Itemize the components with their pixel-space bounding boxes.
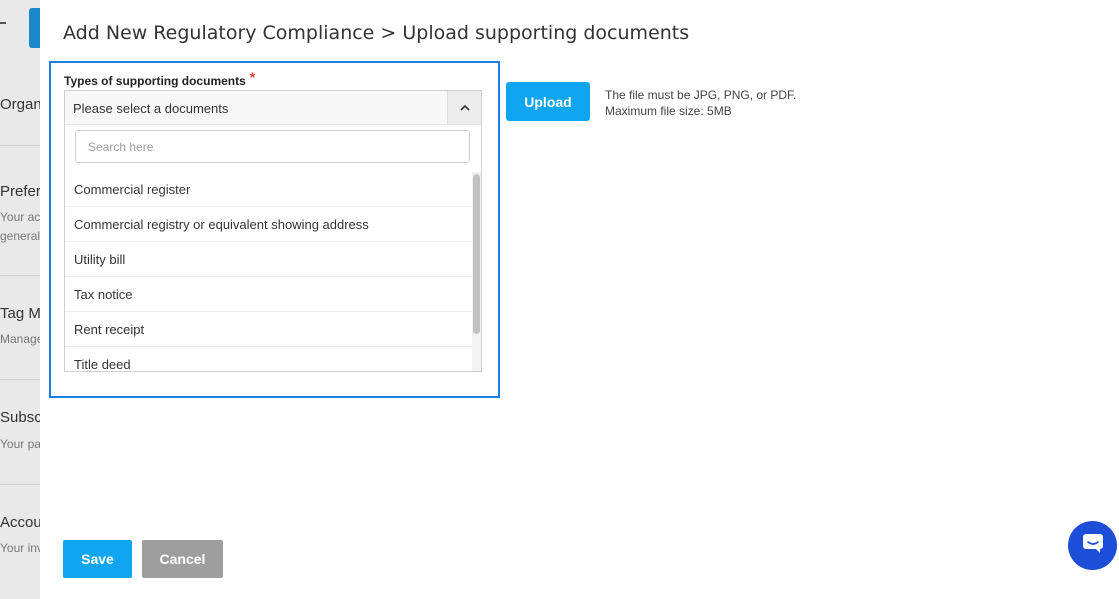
background-item-desc: Manage <box>0 332 40 346</box>
hint-file-types: The file must be JPG, PNG, or PDF. <box>605 88 797 102</box>
list-item[interactable]: Commercial register <box>65 172 473 207</box>
document-type-field: Types of supporting documents * Please se… <box>49 61 500 398</box>
upload-documents-modal: Add New Regulatory Compliance > Upload s… <box>40 0 1119 599</box>
chat-launcher-button[interactable] <box>1068 521 1117 570</box>
search-input[interactable] <box>75 130 470 163</box>
background-item-title: Prefer <box>0 183 40 200</box>
options-scrollbar[interactable] <box>472 172 481 371</box>
field-label: Types of supporting documents * <box>64 69 256 88</box>
modal-title: Add New Regulatory Compliance > Upload s… <box>63 22 690 44</box>
hint-max-size: Maximum file size: 5MB <box>605 104 732 118</box>
document-type-dropdown[interactable]: Please select a documents Commercial reg… <box>64 90 482 372</box>
required-mark: * <box>249 69 256 85</box>
divider <box>0 484 40 485</box>
list-item[interactable]: Title deed <box>65 347 473 372</box>
chat-bubble-icon <box>1081 531 1105 560</box>
background-item-desc: Your inv <box>0 541 40 555</box>
dropdown-header[interactable]: Please select a documents <box>65 91 481 125</box>
scrollbar-thumb[interactable] <box>473 174 480 334</box>
save-button[interactable]: Save <box>63 540 132 578</box>
dropdown-placeholder: Please select a documents <box>73 101 229 116</box>
background-sidebar: Organ Prefer Your ac general Tag Ma Mana… <box>0 0 40 599</box>
chevron-up-icon[interactable] <box>447 91 481 124</box>
background-item-title: Subscr <box>0 409 40 426</box>
list-item[interactable]: Tax notice <box>65 277 473 312</box>
background-item-title: Accou <box>0 514 40 531</box>
divider <box>0 275 40 276</box>
background-item-desc: general <box>0 229 40 243</box>
cancel-button[interactable]: Cancel <box>142 540 223 578</box>
divider <box>0 379 40 380</box>
menu-icon <box>0 22 6 24</box>
options-list: Commercial register Commercial registry … <box>65 172 473 371</box>
background-item-title: Tag Ma <box>0 305 40 322</box>
background-item-title: Organ <box>0 96 40 113</box>
divider <box>0 145 40 146</box>
list-item[interactable]: Commercial registry or equivalent showin… <box>65 207 473 242</box>
file-requirements: The file must be JPG, PNG, or PDF. Maxim… <box>605 87 796 119</box>
background-item-desc: Your ac <box>0 210 40 224</box>
list-item[interactable]: Utility bill <box>65 242 473 277</box>
background-item-desc: Your pa <box>0 437 40 451</box>
upload-button[interactable]: Upload <box>506 82 590 121</box>
field-label-text: Types of supporting documents <box>64 74 246 88</box>
list-item[interactable]: Rent receipt <box>65 312 473 347</box>
background-button <box>29 8 40 48</box>
